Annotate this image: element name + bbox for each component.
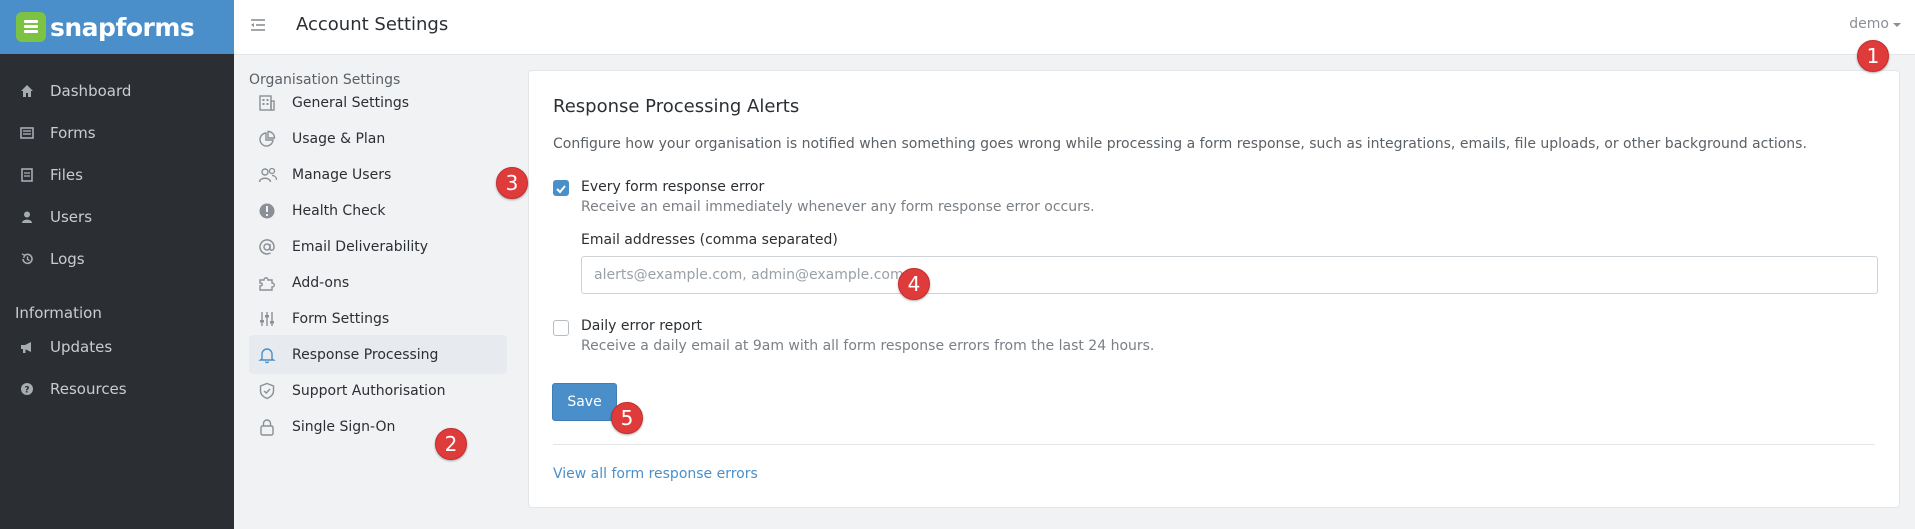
card-title: Response Processing Alerts [553,96,800,117]
nav-item-label: Dashboard [50,82,132,100]
home-icon [20,84,50,98]
left-sidebar: snapforms Dashboard Forms Files Users Lo… [0,0,234,529]
nav-item-label: Files [50,166,83,184]
settings-item-email-deliverability[interactable]: Email Deliverability [249,227,507,266]
settings-item-form-settings[interactable]: Form Settings [249,299,507,338]
bell-icon [258,346,292,364]
list-icon [20,126,50,140]
settings-item-label: Response Processing [292,346,439,363]
nav-item-label: Forms [50,124,96,142]
top-bar: Account Settings demo [234,0,1915,55]
settings-item-label: Single Sign-On [292,418,396,435]
settings-item-general[interactable]: General Settings [249,83,507,122]
settings-item-manage-users[interactable]: Manage Users [249,155,507,194]
user-menu[interactable]: demo [1849,16,1901,32]
pie-chart-icon [258,130,292,148]
history-icon [20,252,50,266]
svg-text:?: ? [24,386,29,396]
callout-marker-5: 5 [611,402,643,434]
settings-item-usage-plan[interactable]: Usage & Plan [249,119,507,158]
snapforms-logo-icon [16,12,46,42]
card-description: Configure how your organisation is notif… [553,136,1807,152]
file-icon [20,168,50,182]
save-button[interactable]: Save [552,383,617,421]
settings-item-label: Email Deliverability [292,238,429,255]
every-error-label: Every form response error [581,179,765,195]
nav-item-label: Logs [50,250,85,268]
help-circle-icon: ? [20,382,50,396]
lock-icon [258,418,292,436]
callout-marker-1: 1 [1857,40,1889,72]
caret-down-icon [1893,16,1901,32]
shield-check-icon [258,382,292,400]
settings-item-response-processing[interactable]: Response Processing [249,335,507,374]
nav-item-resources[interactable]: ? Resources [0,368,234,410]
every-error-checkbox[interactable] [553,180,569,196]
nav-item-users[interactable]: Users [0,196,234,238]
settings-item-label: Usage & Plan [292,130,386,147]
daily-report-checkbox[interactable] [553,320,569,336]
daily-report-help: Receive a daily email at 9am with all fo… [581,338,1155,354]
settings-item-single-sign-on[interactable]: Single Sign-On [249,407,507,446]
nav-item-label: Resources [50,380,127,398]
email-addresses-label: Email addresses (comma separated) [581,232,838,248]
settings-item-label: Health Check [292,202,386,219]
settings-item-support-authorisation[interactable]: Support Authorisation [249,371,507,410]
callout-marker-2: 2 [435,428,467,460]
users-icon [258,166,292,184]
nav-item-forms[interactable]: Forms [0,112,234,154]
nav-item-label: Users [50,208,93,226]
settings-item-label: Add-ons [292,274,350,291]
daily-report-label: Daily error report [581,318,702,334]
settings-item-health-check[interactable]: Health Check [249,191,507,230]
check-icon [556,185,566,194]
settings-item-add-ons[interactable]: Add-ons [249,263,507,302]
every-error-help: Receive an email immediately whenever an… [581,199,1095,215]
puzzle-icon [258,274,292,292]
nav-item-updates[interactable]: Updates [0,326,234,368]
settings-item-label: Form Settings [292,310,390,327]
user-name: demo [1849,16,1889,32]
brand-logo[interactable]: snapforms [0,0,234,54]
brand-name: snapforms [50,12,195,42]
nav-item-logs[interactable]: Logs [0,238,234,280]
settings-item-label: Manage Users [292,166,392,183]
callout-marker-3: 3 [496,167,528,199]
nav-item-dashboard[interactable]: Dashboard [0,70,234,112]
divider [553,444,1875,445]
alert-circle-icon [258,202,292,220]
view-errors-link[interactable]: View all form response errors [553,466,758,482]
building-icon [258,94,292,112]
megaphone-icon [20,340,50,354]
sliders-icon [258,310,292,328]
nav-item-label: Updates [50,338,113,356]
at-sign-icon [258,238,292,256]
nav-section-heading: Information [15,304,102,322]
response-processing-card: Response Processing Alerts Configure how… [528,70,1900,508]
page-title: Account Settings [296,14,449,35]
email-addresses-input[interactable] [581,256,1878,294]
collapse-menu-icon[interactable] [249,16,271,38]
callout-marker-4: 4 [898,268,930,300]
settings-menu: Organisation Settings General Settings U… [234,56,520,529]
settings-item-label: Support Authorisation [292,382,446,399]
settings-item-label: General Settings [292,94,410,111]
nav-item-files[interactable]: Files [0,154,234,196]
user-icon [20,210,50,224]
